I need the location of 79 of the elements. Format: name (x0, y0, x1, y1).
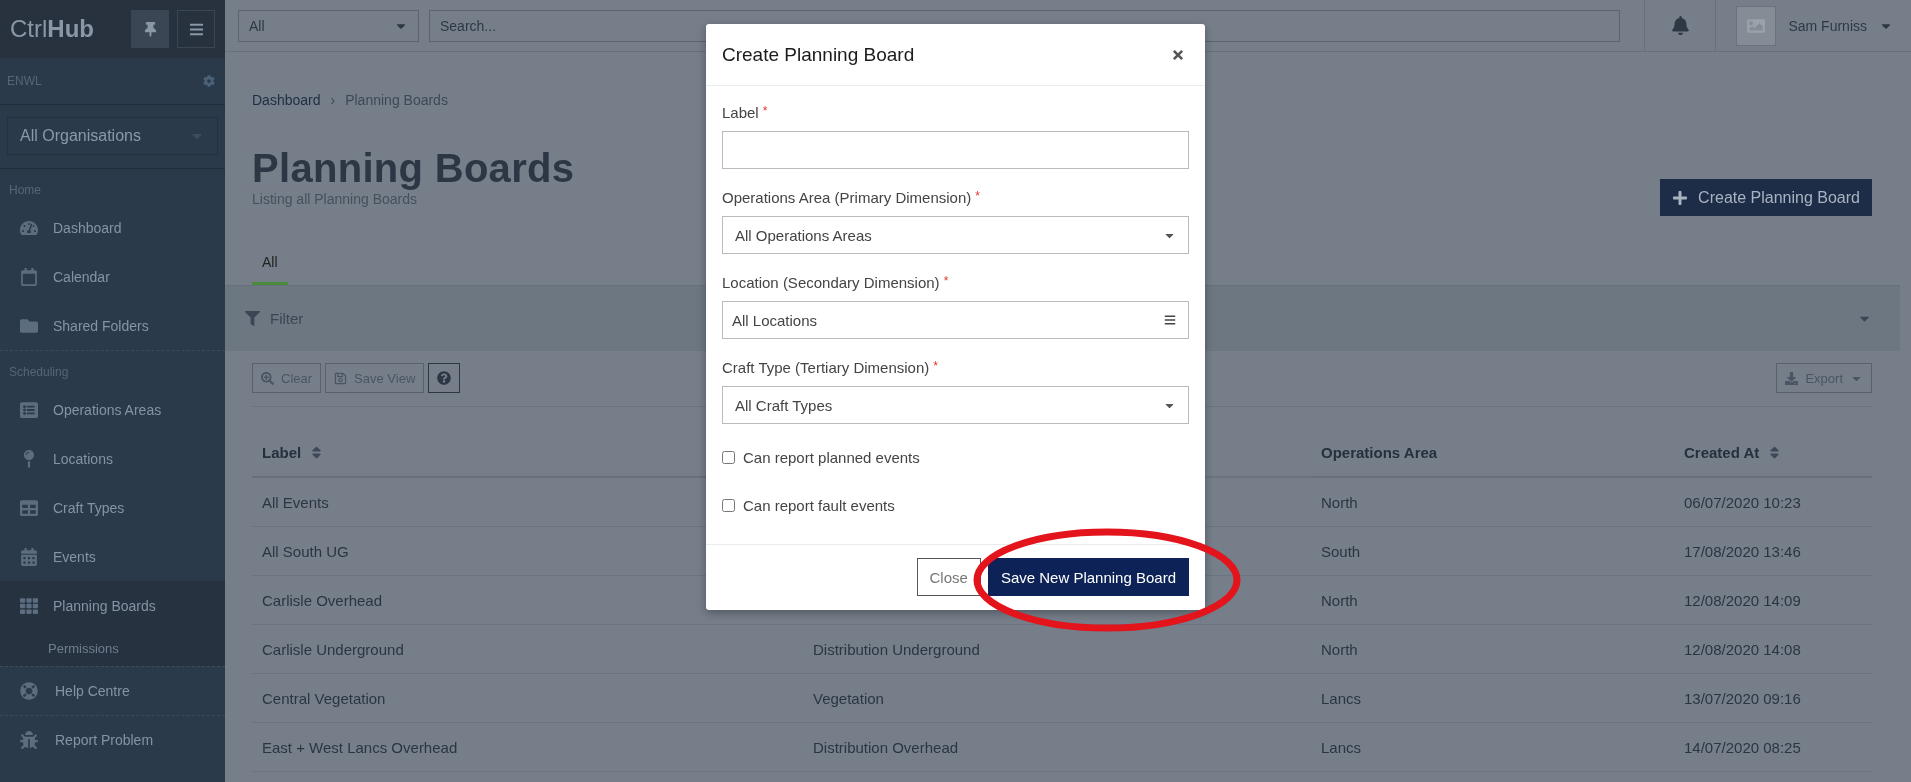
sidebar-item[interactable]: Calendar (0, 252, 225, 301)
sidebar-item[interactable]: Operations Areas (0, 385, 225, 434)
table-cell: Distribution Overhead (803, 723, 1311, 772)
organisation-select[interactable]: All Organisations (7, 117, 218, 155)
filter-icon (245, 311, 260, 326)
table-cell: 12/08/2020 14:09 (1674, 576, 1872, 625)
select-field[interactable]: All Operations Areas (722, 216, 1189, 254)
list-icon (19, 400, 39, 419)
pin-icon (142, 21, 158, 37)
calendar-icon (19, 547, 39, 566)
input-field[interactable] (722, 131, 1189, 169)
field-label: Label (722, 104, 759, 121)
menu-button[interactable] (177, 10, 215, 48)
close-button[interactable]: Close (916, 558, 981, 596)
table-cell: 06/07/2020 10:23 (1674, 478, 1872, 527)
sidebar-item[interactable]: Planning Boards (0, 581, 225, 630)
required-mark: * (933, 359, 938, 375)
pin-button[interactable] (131, 10, 169, 48)
plus-icon (1672, 189, 1689, 206)
help-icon (437, 371, 452, 385)
scope-select[interactable]: All (238, 9, 419, 42)
field-label: Operations Area (Primary Dimension) (722, 189, 972, 206)
zoom-icon (261, 371, 274, 385)
save-icon (334, 371, 348, 385)
sidebar-item[interactable]: Help Centre (0, 666, 225, 715)
select-field[interactable]: All Craft Types (722, 386, 1189, 424)
sidebar-item[interactable]: Events (0, 532, 225, 581)
page-title: Planning Boards (252, 146, 575, 191)
sidebar-item[interactable]: Report Problem (0, 715, 225, 764)
checkbox[interactable] (722, 450, 735, 464)
breadcrumb-current: Planning Boards (345, 92, 448, 108)
lifebuoy-icon (19, 682, 39, 700)
folder-icon (19, 316, 39, 335)
breadcrumb-separator: › (330, 92, 336, 108)
field-label: Craft Type (Tertiary Dimension) (722, 359, 930, 376)
table-cell: Lancs (1311, 674, 1674, 723)
table-cell: 13/07/2020 09:16 (1674, 674, 1872, 723)
gauge-icon (19, 218, 39, 237)
sidebar-item[interactable]: Shared Folders (0, 301, 225, 350)
logo: CtrlHub (10, 15, 95, 43)
sidebar-item[interactable]: Dashboard (0, 203, 225, 252)
required-mark: * (975, 189, 980, 205)
breadcrumb-link[interactable]: Dashboard (252, 92, 321, 108)
sidebar-item[interactable]: Craft Types (0, 483, 225, 532)
multi-select-field[interactable]: All Locations (722, 301, 1189, 339)
table-cell: Lancs (1311, 723, 1674, 772)
download-icon (1785, 371, 1799, 385)
sidebar-item[interactable]: Locations (0, 434, 225, 483)
table-cell: North (1311, 478, 1674, 527)
checkbox[interactable] (722, 498, 735, 512)
dialog-title: Create Planning Board (722, 43, 915, 66)
sidebar-subitem[interactable]: Permissions (0, 630, 225, 666)
bell-icon[interactable] (1670, 16, 1690, 35)
save-button[interactable]: Save New Planning Board (987, 558, 1189, 596)
required-mark: * (762, 104, 768, 120)
create-planning-board-button[interactable]: Create Planning Board (1660, 179, 1872, 216)
table-cell: North (1311, 576, 1674, 625)
calendar-icon (19, 267, 39, 286)
table-cell: Central Vegetation (252, 674, 803, 723)
help-button[interactable] (428, 363, 461, 393)
table-cell: South (1311, 527, 1674, 576)
table-cell: 14/07/2020 08:25 (1674, 723, 1872, 772)
user-name[interactable]: Sam Furniss (1788, 17, 1867, 34)
column-header[interactable]: Created At (1674, 429, 1872, 478)
bug-icon (19, 731, 39, 749)
table-cell: North (1311, 625, 1674, 674)
column-header: Operations Area (1311, 429, 1674, 478)
table-cell: 17/08/2020 13:46 (1674, 527, 1872, 576)
settings-icon[interactable] (203, 75, 215, 87)
list-icon (1164, 314, 1176, 326)
grid-icon (19, 596, 39, 615)
table-cell: 12/08/2020 14:08 (1674, 625, 1872, 674)
menu-icon (188, 21, 204, 37)
table-icon (19, 498, 39, 517)
table-cell: Distribution Underground (803, 625, 1311, 674)
table-cell: Carlisle Underground (252, 625, 803, 674)
avatar[interactable] (1736, 5, 1777, 46)
table-cell: East + West Lancs Overhead (252, 723, 803, 772)
table-cell: Vegetation (803, 674, 1311, 723)
